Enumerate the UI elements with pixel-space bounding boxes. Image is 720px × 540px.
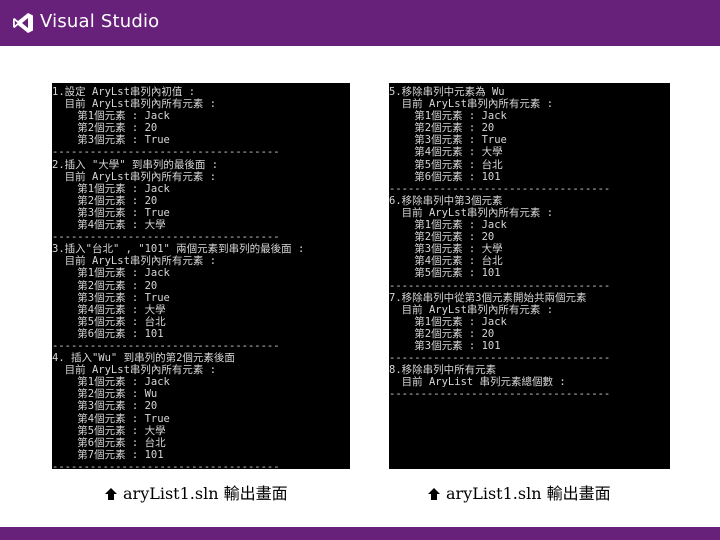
console-line: 第3個元素 : True (52, 134, 170, 147)
console-line: 第4個元素 : True (52, 412, 170, 425)
console-line: 第1個元素 : Jack (52, 267, 170, 280)
console-line: 第7個元素 : 101 (52, 448, 164, 461)
console-line: 第3個元素 : True (52, 206, 170, 219)
console-line: 4. 插入"Wu" 到串列的第2個元素後面 (52, 352, 235, 365)
console-line: ------------------------------------ (52, 231, 280, 244)
console-line: 第2個元素 : 20 (52, 194, 158, 207)
console-output-left: 1.設定 AryLst串列內初值 : 目前 AryLst串列內所有元素 : 第1… (52, 83, 350, 469)
console-line: 1.設定 AryLst串列內初值 : (52, 86, 196, 98)
console-line: 第2個元素 : Wu (52, 388, 158, 401)
console-line: 目前 AryLst串列內所有元素 : (52, 364, 217, 377)
footer-bar (0, 527, 720, 540)
console-line: 目前 AryList 串列元素總個數 : (389, 376, 566, 389)
console-line: ------------------------------------ (52, 146, 280, 159)
console-line: 目前 AryLst串列內所有元素 : (52, 98, 217, 111)
console-line: 第1個元素 : Jack (389, 219, 507, 232)
console-line: 目前 AryLst串列內所有元素 : (389, 98, 554, 111)
caption-right-text: aryList1.sln 輸出畫面 (446, 484, 611, 503)
console-line: ------------------------------------ (52, 339, 280, 352)
up-arrow-icon (428, 488, 440, 500)
console-line: 第1個元素 : Jack (52, 376, 170, 389)
console-line: 3.插入"台北" , "101" 兩個元素到串列的最後面 : (52, 243, 305, 256)
console-line: 第5個元素 : 台北 (389, 158, 503, 171)
console-line: 第2個元素 : 20 (389, 231, 495, 244)
caption-right: aryList1.sln 輸出畫面 (428, 480, 611, 504)
console-line: 第5個元素 : 台北 (52, 315, 166, 328)
console-line: ----------------------------------- (389, 352, 611, 365)
console-line: 5.移除串列中元素為 Wu (389, 86, 505, 98)
visual-studio-logo-icon (13, 13, 33, 33)
console-line: 7.移除串列中從第3個元素開始共兩個元素 (389, 291, 587, 304)
console-line: 目前 AryLst串列內所有元素 : (389, 206, 554, 219)
console-line: 第4個元素 : 台北 (389, 255, 503, 268)
console-line: 第6個元素 : 101 (52, 327, 164, 340)
up-arrow-icon (105, 488, 117, 500)
console-line: 8.移除串列中所有元素 (389, 364, 497, 377)
caption-left-text: aryList1.sln 輸出畫面 (123, 484, 288, 503)
console-line: ----------------------------------- (389, 182, 611, 195)
console-line: 目前 AryLst串列內所有元素 : (52, 255, 217, 268)
console-line: 第3個元素 : 20 (52, 400, 158, 413)
caption-left: aryList1.sln 輸出畫面 (105, 480, 288, 504)
console-line: 第1個元素 : Jack (389, 315, 507, 328)
console-line: 第4個元素 : 大學 (389, 146, 503, 159)
console-line: 第6個元素 : 台北 (52, 436, 166, 449)
console-line: 第2個元素 : 20 (389, 327, 495, 340)
console-line: 第1個元素 : Jack (52, 182, 170, 195)
console-line: 第2個元素 : 20 (52, 279, 158, 292)
title-bar: Visual Studio (0, 0, 720, 46)
console-line: 第3個元素 : 101 (389, 339, 501, 352)
console-line: ----------------------------------- (389, 279, 611, 292)
console-line: 2.插入 "大學" 到串列的最後面 : (52, 158, 219, 171)
console-line: 第4個元素 : 大學 (52, 219, 166, 232)
console-line: 6.移除串列中第3個元素 (389, 194, 503, 207)
console-line: 第4個元素 : 大學 (52, 303, 166, 316)
brand-name: Visual Studio (40, 11, 160, 32)
console-line: 第2個元素 : 20 (389, 122, 495, 135)
console-line: 第3個元素 : True (389, 134, 507, 147)
console-line: 目前 AryLst串列內所有元素 : (389, 303, 554, 316)
console-output-right: 5.移除串列中元素為 Wu 目前 AryLst串列內所有元素 : 第1個元素 :… (389, 83, 670, 469)
console-line: 第5個元素 : 101 (389, 267, 501, 280)
console-line: 目前 AryLst串列內所有元素 : (52, 170, 217, 183)
console-line: 第2個元素 : 20 (52, 122, 158, 135)
console-line: ------------------------------------ (52, 460, 280, 469)
console-line: 第6個元素 : 101 (389, 170, 501, 183)
console-line: 第1個元素 : Jack (389, 110, 507, 123)
console-line: 第3個元素 : True (52, 291, 170, 304)
console-line: 第5個元素 : 大學 (52, 424, 166, 437)
console-line: 第1個元素 : Jack (52, 110, 170, 123)
console-line: ----------------------------------- (389, 388, 611, 401)
console-line: 第3個元素 : 大學 (389, 243, 503, 256)
